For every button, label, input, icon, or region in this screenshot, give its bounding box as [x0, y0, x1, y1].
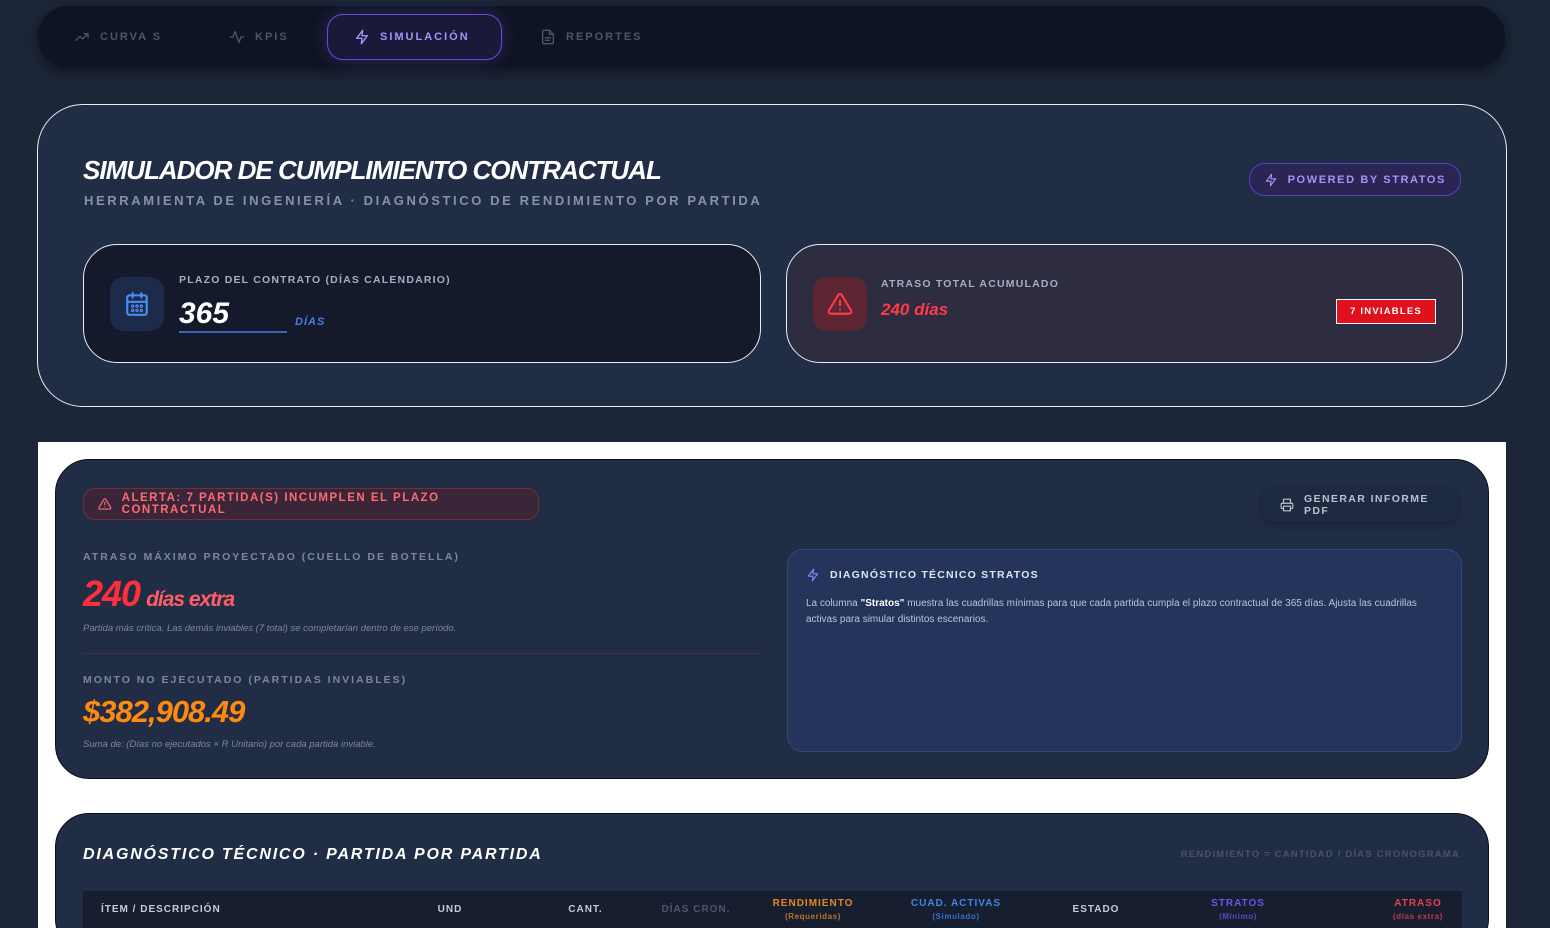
max-delay-value: 240	[83, 573, 141, 614]
printer-icon	[1280, 498, 1294, 512]
warning-icon	[98, 498, 112, 510]
simulator-header-card: SIMULADOR DE CUMPLIMIENTO CONTRACTUAL HE…	[37, 104, 1507, 407]
col-cant[interactable]: CANT.	[543, 891, 628, 927]
col-label: ATRASO	[1394, 897, 1442, 909]
table-formula: RENDIMIENTO = CANTIDAD / DÍAS CRONOGRAMA	[1180, 849, 1460, 860]
amount-label: MONTO NO EJECUTADO (PARTIDAS INVIABLES)	[83, 674, 408, 686]
col-estado[interactable]: ESTADO	[1051, 891, 1141, 927]
metric-divider	[83, 653, 760, 654]
generate-pdf-button[interactable]: GENERAR INFORME PDF	[1262, 488, 1458, 522]
tab-reportes[interactable]: REPORTES	[514, 14, 669, 60]
col-item-description[interactable]: ÍTEM / DESCRIPCIÓN	[101, 891, 261, 927]
total-delay-box: ATRASO TOTAL ACUMULADO 240 días 7 INVIAB…	[786, 244, 1463, 363]
calendar-icon	[126, 292, 148, 316]
max-delay-suffix: días extra	[146, 588, 235, 611]
page-subtitle: HERRAMIENTA DE INGENIERÍA · DIAGNÓSTICO …	[84, 193, 763, 208]
document-icon	[542, 29, 554, 45]
tab-kpis[interactable]: KPIS	[203, 14, 315, 60]
col-label: CANT.	[568, 903, 603, 915]
tab-label: KPIS	[255, 31, 289, 43]
col-rendimiento[interactable]: RENDIMIENTO (Requeridas)	[763, 891, 863, 927]
trending-up-icon	[75, 33, 89, 41]
contract-days-input[interactable]: 365	[179, 297, 287, 333]
col-label: ÍTEM / DESCRIPCIÓN	[101, 903, 221, 915]
contract-term-box: PLAZO DEL CONTRATO (DÍAS CALENDARIO) 365…	[83, 244, 761, 363]
lightning-icon	[1265, 173, 1276, 186]
max-delay-metric: 240 días extra	[83, 573, 235, 615]
diagnostic-text: La columna "Stratos" muestra las cuadril…	[806, 596, 1446, 628]
alert-banner: ALERTA: 7 PARTIDA(S) INCUMPLEN EL PLAZO …	[83, 488, 539, 520]
col-sublabel: (Mínimo)	[1218, 911, 1258, 921]
table-title: DIAGNÓSTICO TÉCNICO · PARTIDA POR PARTID…	[83, 846, 543, 863]
col-label: ESTADO	[1072, 903, 1120, 915]
total-delay-label: ATRASO TOTAL ACUMULADO	[881, 278, 1060, 290]
page-title: SIMULADOR DE CUMPLIMIENTO CONTRACTUAL	[83, 155, 662, 185]
generate-pdf-label: GENERAR INFORME PDF	[1303, 493, 1429, 517]
lightning-icon	[356, 29, 368, 45]
table-header: ÍTEM / DESCRIPCIÓN UND CANT. DÍAS CRON. …	[83, 891, 1462, 928]
col-atraso[interactable]: ATRASO (días extra)	[1373, 891, 1463, 927]
col-sublabel: (Simulado)	[932, 911, 980, 921]
col-label: CUAD. ACTIVAS	[910, 897, 1002, 909]
tab-curva-s[interactable]: CURVA S	[48, 14, 188, 60]
col-label: RENDIMIENTO	[772, 897, 854, 909]
calendar-tile	[110, 277, 164, 331]
col-label: UND	[437, 903, 463, 915]
amount-metric: $382,908.49	[83, 694, 245, 730]
col-dias-cron[interactable]: DÍAS CRON.	[651, 891, 741, 927]
tab-label: SIMULACIÓN	[380, 31, 470, 43]
contract-term-label: PLAZO DEL CONTRATO (DÍAS CALENDARIO)	[179, 274, 451, 286]
warning-tile	[813, 277, 867, 331]
diagnostic-title: DIAGNÓSTICO TÉCNICO STRATOS	[806, 568, 1039, 582]
max-delay-label: ATRASO MÁXIMO PROYECTADO (CUELLO DE BOTE…	[83, 551, 460, 563]
diagnostic-text-before: La columna	[806, 598, 861, 609]
col-label: STRATOS	[1211, 897, 1265, 909]
tab-label: CURVA S	[100, 31, 163, 43]
max-delay-note: Partida más crítica. Las demás inviables…	[83, 623, 457, 634]
alert-text: ALERTA: 7 PARTIDA(S) INCUMPLEN EL PLAZO …	[121, 492, 440, 516]
diagnostic-title-text: DIAGNÓSTICO TÉCNICO STRATOS	[830, 569, 1039, 581]
col-sublabel: (Requeridas)	[784, 911, 842, 921]
tab-bar: CURVA S KPIS SIMULACIÓN REPORTES	[38, 6, 1505, 68]
col-sublabel: (días extra)	[1393, 911, 1443, 921]
col-cuad-activas[interactable]: CUAD. ACTIVAS (Simulado)	[901, 891, 1011, 927]
amount-note: Suma de: (Días no ejecutados × R Unitari…	[83, 739, 376, 750]
powered-by-label: POWERED BY STRATOS	[1287, 173, 1446, 186]
warning-icon	[827, 293, 853, 315]
col-und[interactable]: UND	[410, 891, 490, 927]
lightning-icon	[807, 568, 819, 582]
col-label: DÍAS CRON.	[661, 903, 731, 915]
diagnostic-table-card: DIAGNÓSTICO TÉCNICO · PARTIDA POR PARTID…	[55, 813, 1489, 928]
inviables-badge: 7 INVIABLES	[1336, 299, 1436, 324]
col-stratos[interactable]: STRATOS (Mínimo)	[1193, 891, 1283, 927]
amount-value: $382,908.49	[83, 694, 245, 729]
activity-icon	[229, 31, 245, 43]
alert-summary-card: ALERTA: 7 PARTIDA(S) INCUMPLEN EL PLAZO …	[55, 459, 1489, 779]
diagnostic-text-bold: "Stratos"	[860, 598, 905, 609]
tab-label: REPORTES	[566, 31, 643, 43]
powered-by-badge: POWERED BY STRATOS	[1248, 163, 1461, 196]
contract-days-unit: DÍAS	[295, 316, 326, 328]
tab-simulacion[interactable]: SIMULACIÓN	[327, 14, 502, 60]
technical-diagnostic-box: DIAGNÓSTICO TÉCNICO STRATOS La columna "…	[787, 549, 1462, 752]
total-delay-value: 240 días	[881, 300, 949, 319]
